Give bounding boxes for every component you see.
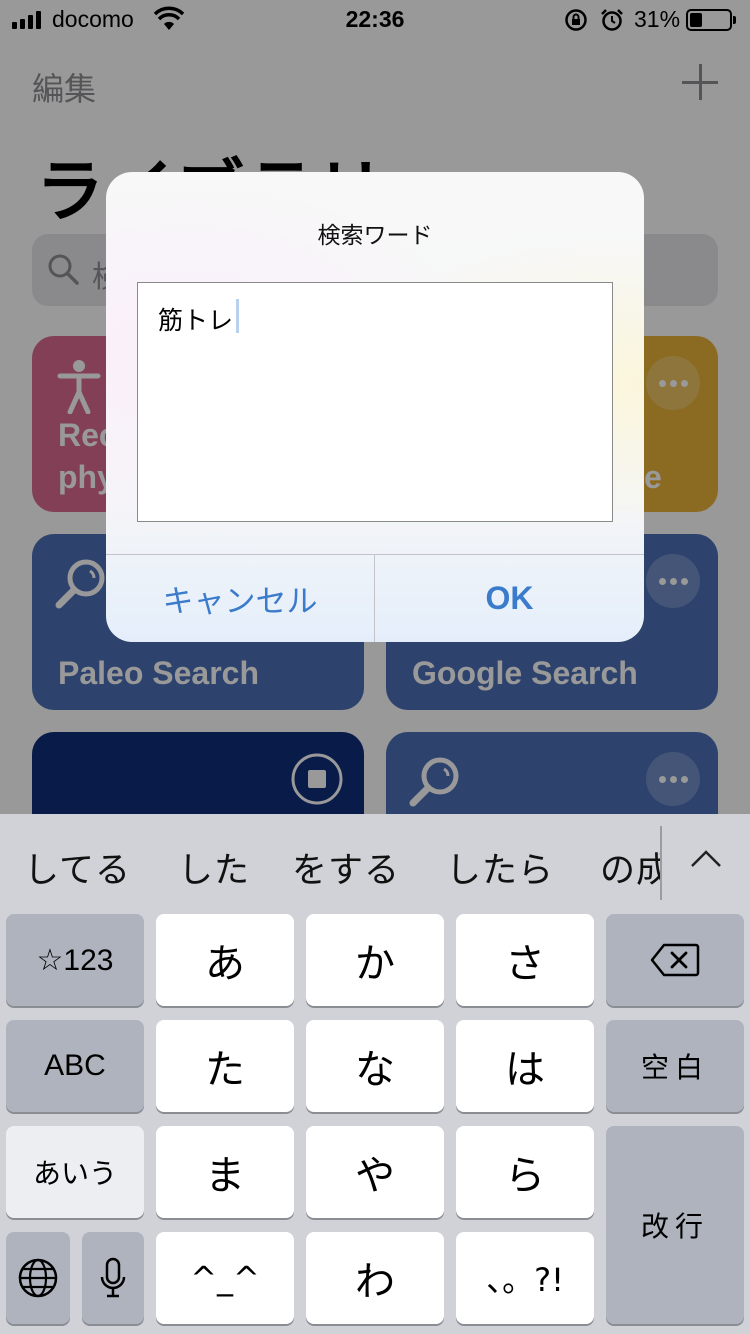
search-word-alert: 検索ワード 筋トレ キャンセル OK xyxy=(106,172,644,642)
backspace-key[interactable] xyxy=(606,914,744,1006)
space-key[interactable]: 空白 xyxy=(606,1020,744,1112)
kana-key-na[interactable]: な xyxy=(306,1020,444,1112)
japanese-kana-keyboard: してる した をする したら の成 ☆123 あ か さ ABC た な は 空… xyxy=(0,814,750,1334)
microphone-icon xyxy=(100,1257,126,1298)
conversion-candidates-bar: してる した をする したら の成 xyxy=(0,814,750,912)
kana-key-a[interactable]: あ xyxy=(156,914,294,1006)
kana-key-wa[interactable]: わ xyxy=(306,1232,444,1324)
search-word-input[interactable]: 筋トレ xyxy=(137,282,613,522)
candidate-item[interactable]: の成 xyxy=(600,842,660,893)
globe-key[interactable] xyxy=(6,1232,70,1324)
backspace-icon xyxy=(650,943,700,977)
kana-key-ka[interactable]: か xyxy=(306,914,444,1006)
candidate-item[interactable]: した xyxy=(178,842,250,893)
punctuation-key[interactable]: 、。?! xyxy=(456,1232,594,1324)
kana-mode-key[interactable]: あいう xyxy=(6,1126,144,1218)
cancel-button[interactable]: キャンセル xyxy=(106,555,374,642)
candidate-item[interactable]: したら xyxy=(446,842,554,893)
input-value: 筋トレ xyxy=(158,306,234,335)
emoticon-key[interactable]: ^_^ xyxy=(156,1232,294,1324)
chevron-up-icon[interactable] xyxy=(686,844,726,874)
kana-key-ya[interactable]: や xyxy=(306,1126,444,1218)
kana-key-ma[interactable]: ま xyxy=(156,1126,294,1218)
kana-key-ra[interactable]: ら xyxy=(456,1126,594,1218)
return-key[interactable]: 改行 xyxy=(606,1126,744,1324)
candidate-overflow: の成 xyxy=(598,814,660,912)
kana-key-ta[interactable]: た xyxy=(156,1020,294,1112)
kana-key-ha[interactable]: は xyxy=(456,1020,594,1112)
ok-button[interactable]: OK xyxy=(375,555,644,642)
candidate-item[interactable]: してる xyxy=(24,842,131,893)
alert-title: 検索ワード xyxy=(317,223,433,249)
text-cursor xyxy=(236,299,239,333)
candidate-item[interactable]: をする xyxy=(292,842,400,893)
globe-icon xyxy=(18,1258,58,1298)
abc-key[interactable]: ABC xyxy=(6,1020,144,1112)
divider xyxy=(660,826,662,900)
symbols-key[interactable]: ☆123 xyxy=(6,914,144,1006)
kana-key-sa[interactable]: さ xyxy=(456,914,594,1006)
dictation-key[interactable] xyxy=(82,1232,144,1324)
